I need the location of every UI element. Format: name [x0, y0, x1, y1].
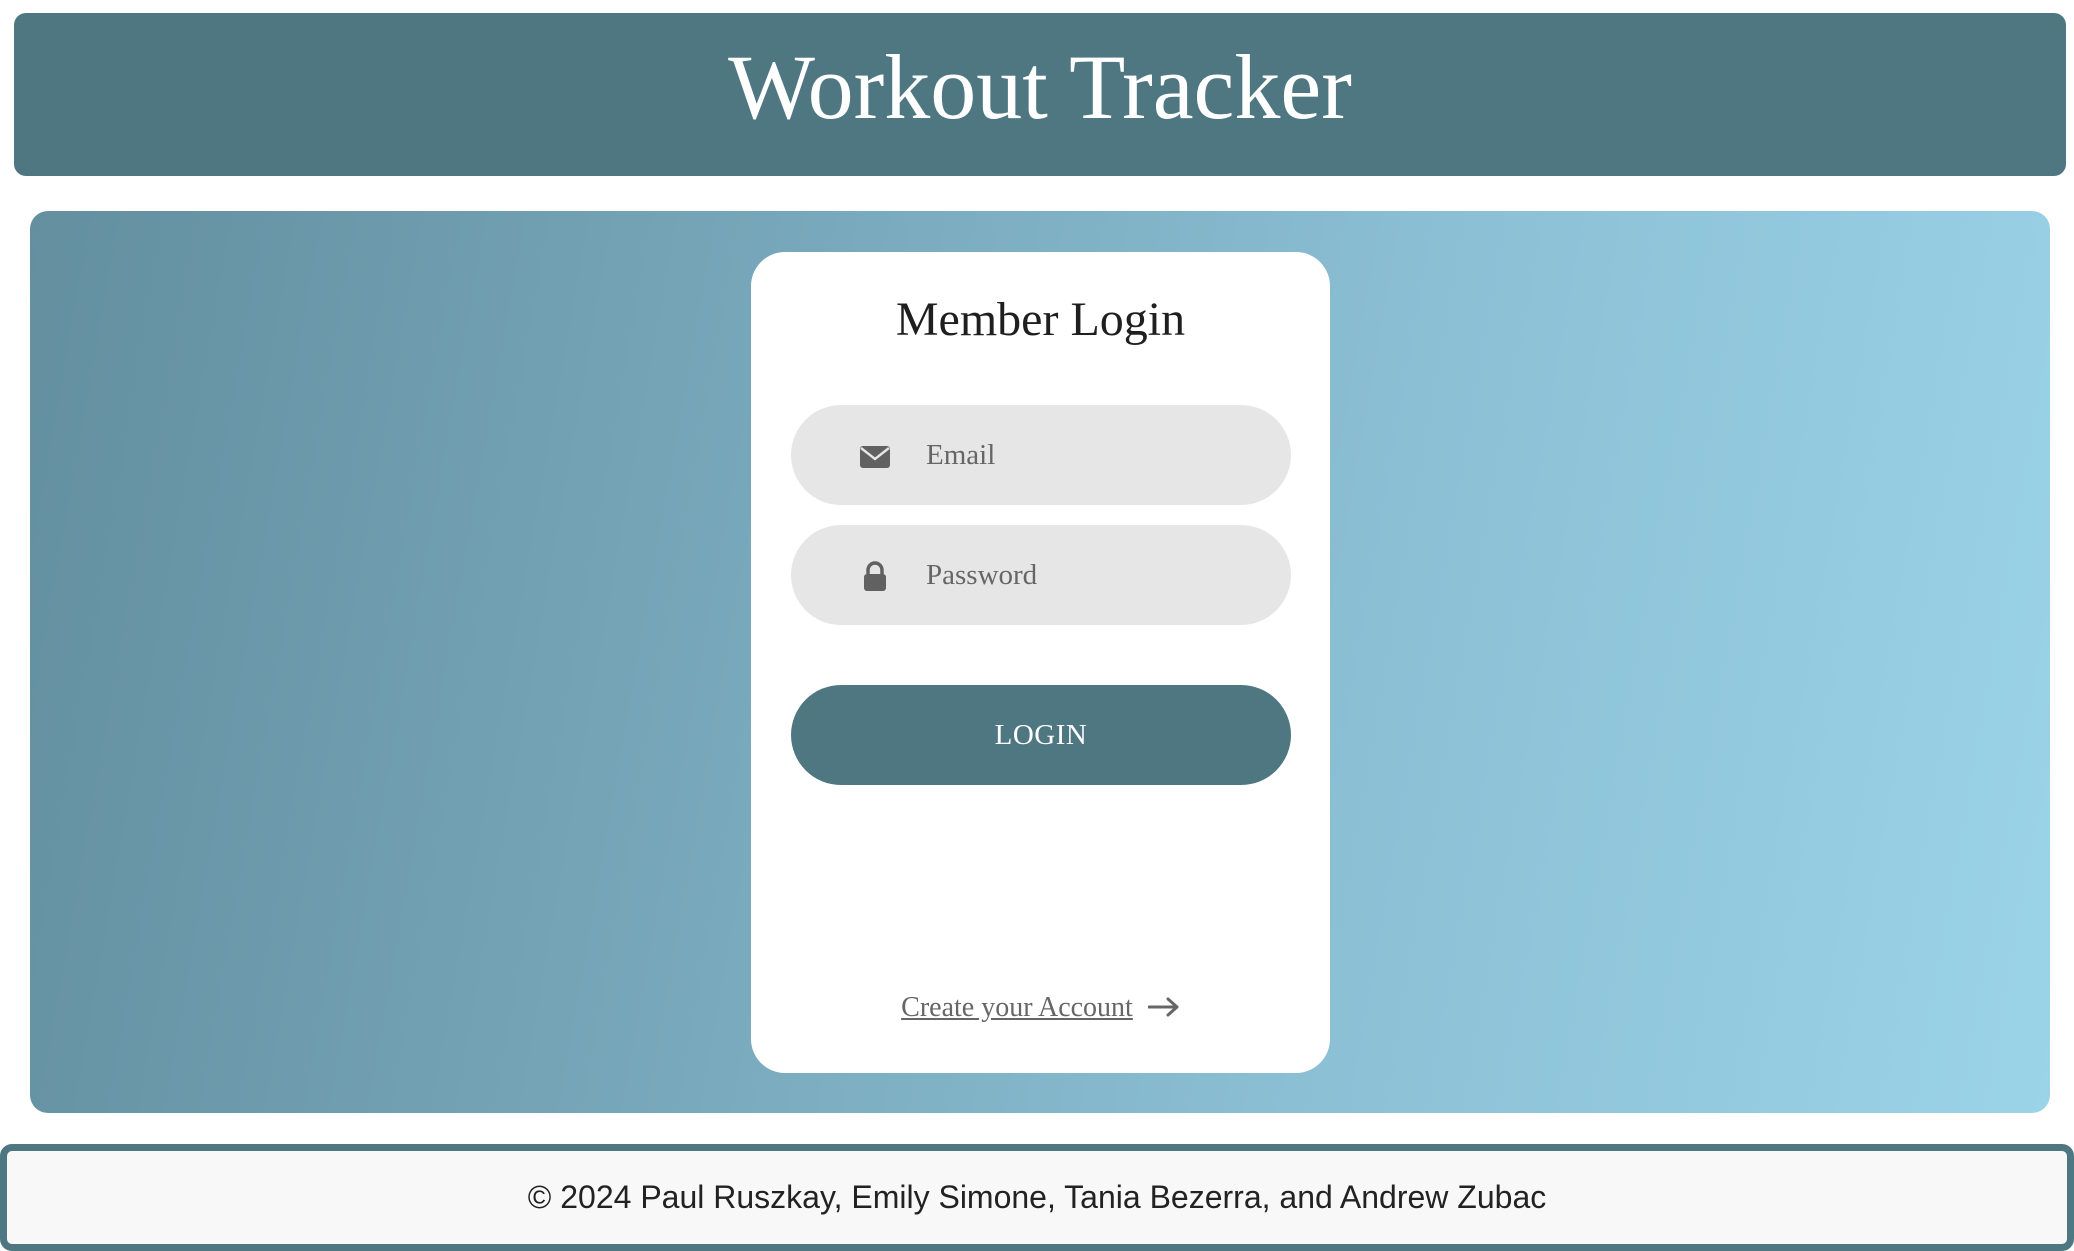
- password-field: [791, 525, 1291, 625]
- email-field: [791, 405, 1291, 505]
- page-title: Workout Tracker: [728, 35, 1352, 138]
- login-title: Member Login: [895, 293, 1186, 346]
- envelope-icon: [860, 446, 890, 468]
- lock-icon: [864, 561, 886, 591]
- login-card: Member Login LOGIN Create your Account: [751, 252, 1330, 1073]
- create-account-link[interactable]: Create your Account: [901, 992, 1133, 1023]
- arrow-right-icon[interactable]: [1147, 997, 1180, 1017]
- copyright-text: © 2024 Paul Ruszkay, Emily Simone, Tania…: [527, 1179, 1547, 1215]
- site-footer: © 2024 Paul Ruszkay, Emily Simone, Tania…: [0, 1144, 2074, 1251]
- login-button[interactable]: LOGIN: [791, 685, 1291, 785]
- email-input[interactable]: [926, 405, 1266, 505]
- password-input[interactable]: [926, 525, 1266, 625]
- site-header: Workout Tracker: [14, 13, 2066, 176]
- create-account-row: Create your Account: [751, 992, 1330, 1024]
